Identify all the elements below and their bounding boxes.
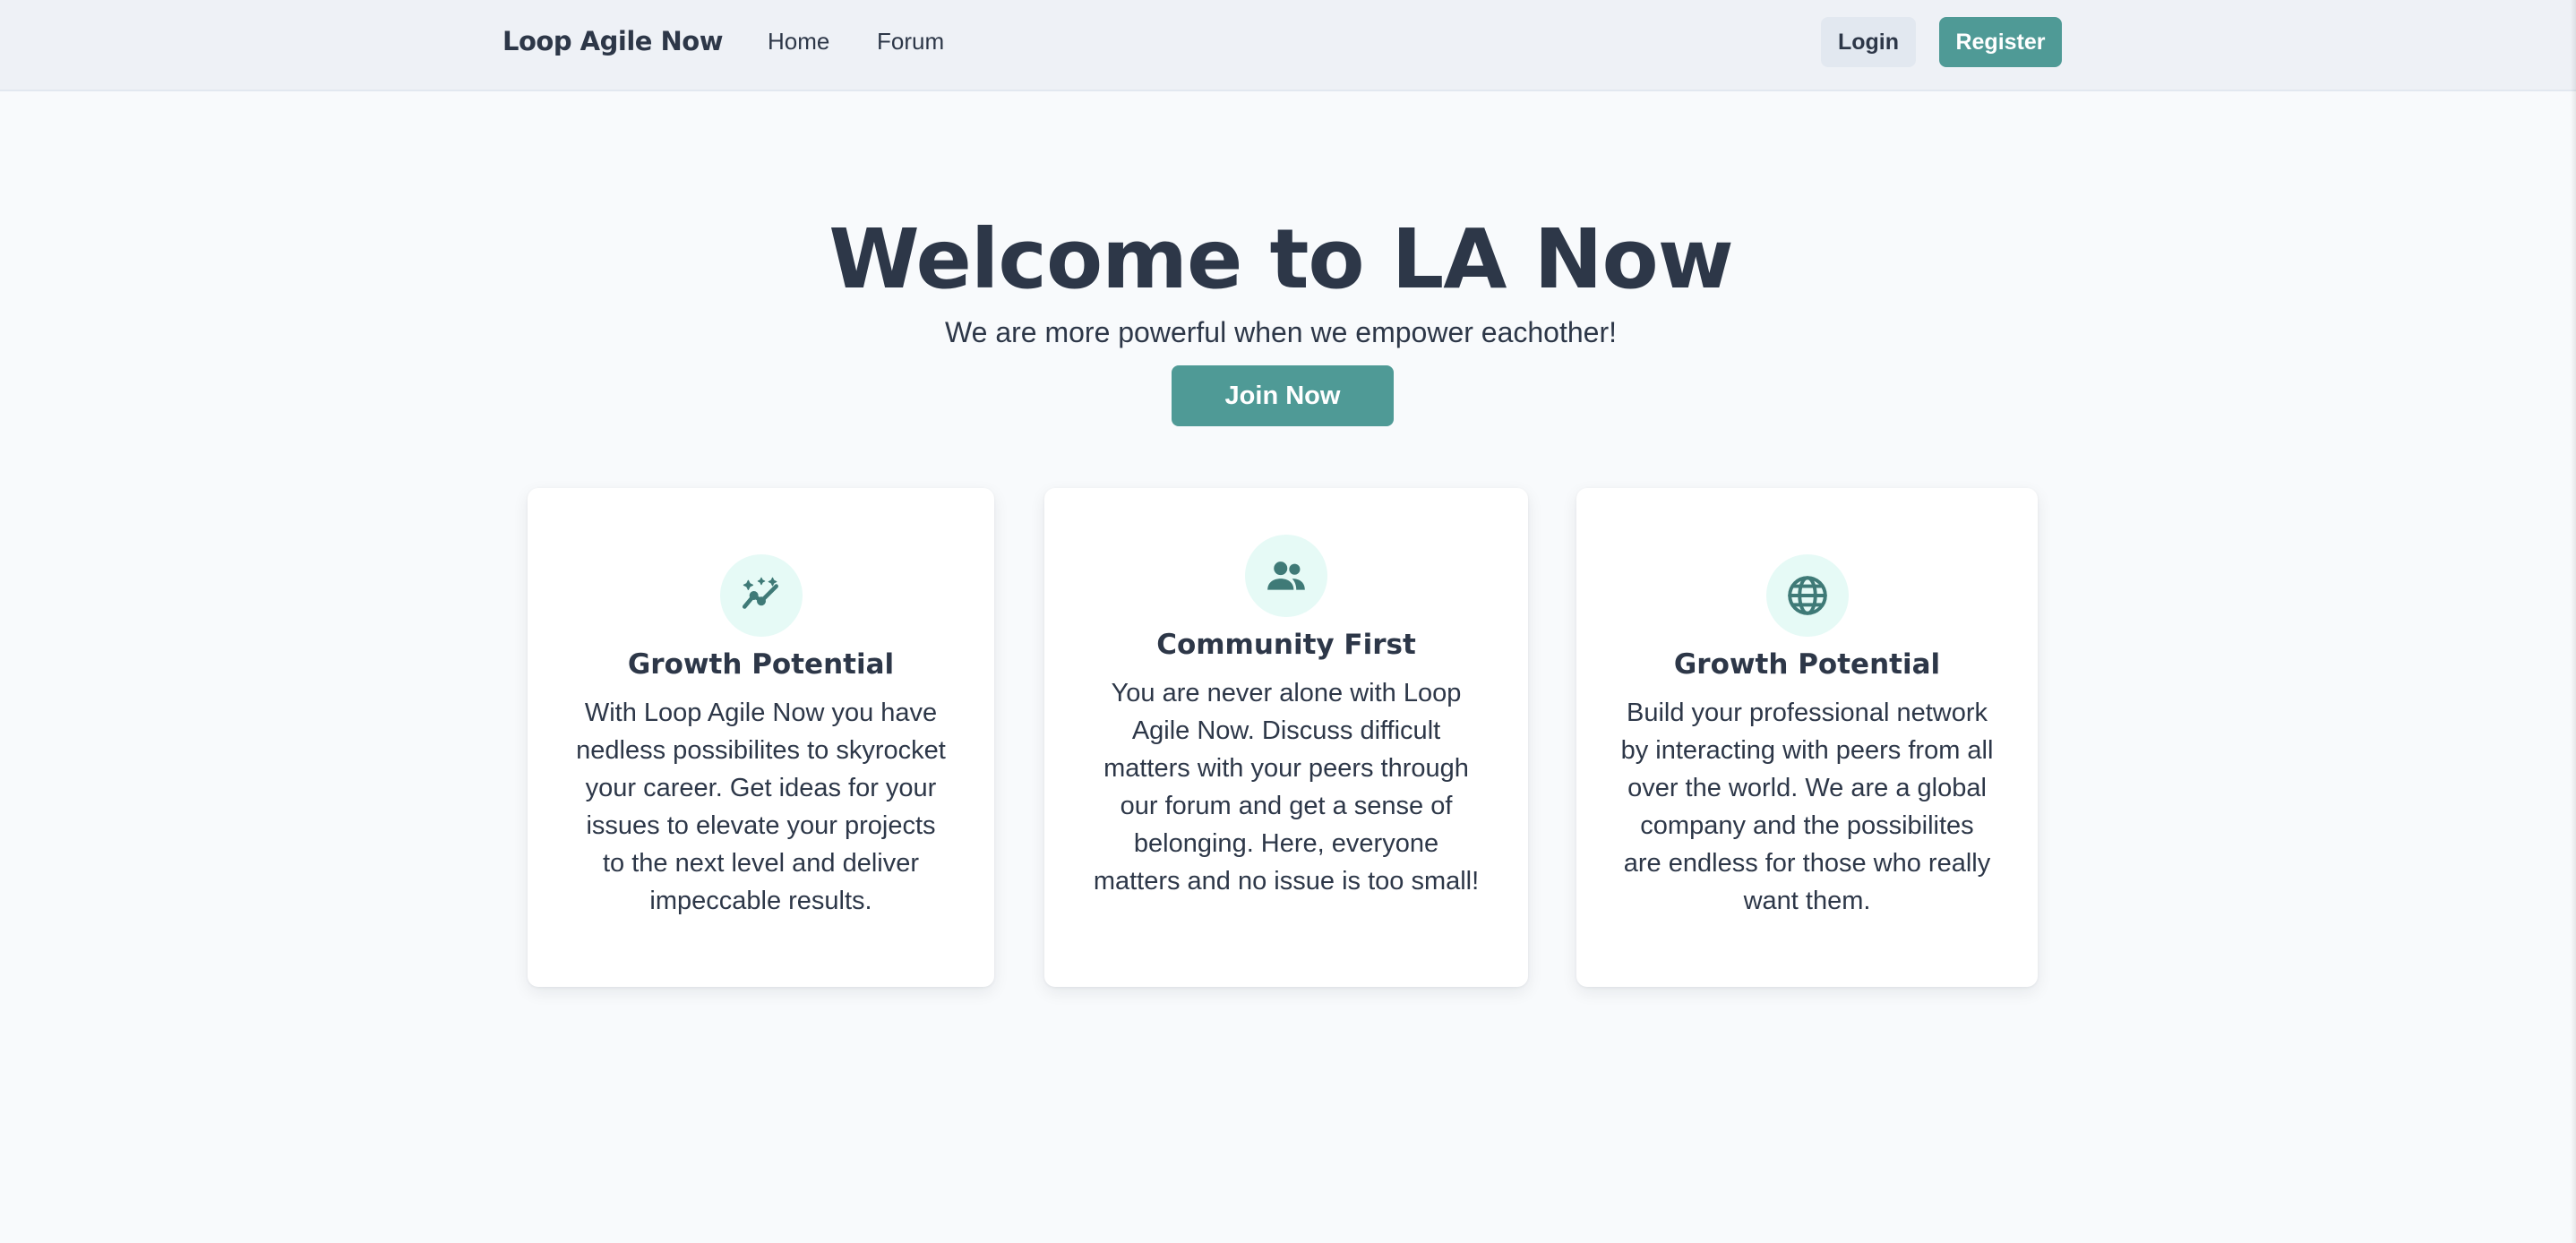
card-description: Build your professional network by inter… <box>1620 699 1994 915</box>
card-description: With Loop Agile Now you have nedless pos… <box>576 699 946 915</box>
card-description: You are never alone with Loop Agile Now.… <box>1093 679 1480 896</box>
feature-card-growth: Growth Potential With Loop Agile Now you… <box>528 488 994 987</box>
brand-logo-text[interactable]: Loop Agile Now <box>502 23 724 59</box>
register-button[interactable]: Register <box>1939 17 2062 67</box>
top-navbar: Loop Agile Now Home Forum Login Register <box>0 0 2576 91</box>
card-title: Growth Potential <box>1673 648 1941 681</box>
feature-card-network: Growth Potential Build your professional… <box>1576 488 2038 987</box>
login-button[interactable]: Login <box>1821 17 1916 67</box>
card-title: Growth Potential <box>627 648 895 681</box>
window-edge-shadow <box>2571 0 2576 1243</box>
globe-icon <box>1765 554 1849 637</box>
hero-subtitle: We are more powerful when we empower eac… <box>945 316 1617 348</box>
feature-card-community: Community First You are never alone with… <box>1044 488 1528 987</box>
sparkle-chart-icon <box>719 554 803 637</box>
card-title: Community First <box>1156 629 1416 661</box>
nav-link-home[interactable]: Home <box>768 25 829 57</box>
join-now-button[interactable]: Join Now <box>1172 365 1394 426</box>
nav-link-forum[interactable]: Forum <box>877 25 944 57</box>
hero-title: Welcome to LA Now <box>829 211 1733 307</box>
users-icon <box>1245 535 1327 617</box>
